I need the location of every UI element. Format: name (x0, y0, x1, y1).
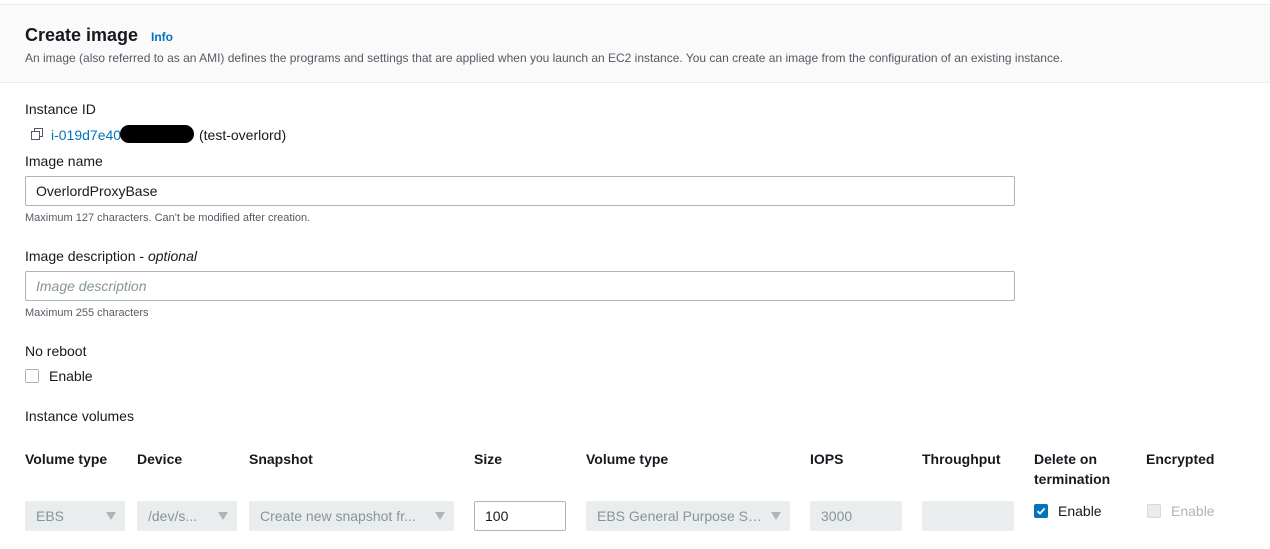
checkmark-icon (1036, 507, 1046, 515)
col-ebs-volume-type: Volume type (586, 451, 669, 467)
image-description-hint: Maximum 255 characters (25, 307, 149, 319)
col-volume-type: Volume type (25, 451, 108, 467)
chevron-down-icon (435, 512, 445, 520)
chevron-down-icon (218, 512, 228, 520)
instance-volumes-label: Instance volumes (25, 408, 134, 424)
page-title: Create image (25, 25, 139, 45)
image-name-input[interactable] (25, 176, 1015, 206)
col-size: Size (474, 451, 503, 467)
size-input[interactable] (474, 501, 566, 531)
image-description-input[interactable] (25, 271, 1015, 301)
col-device: Device (137, 451, 183, 467)
chevron-down-icon (106, 512, 116, 520)
device-select[interactable]: /dev/s... (137, 501, 237, 531)
col-encrypted: Encrypted (1146, 451, 1215, 467)
instance-id-label: Instance ID (25, 101, 96, 117)
col-iops: IOPS (810, 451, 844, 467)
delete-on-termination-label: Enable (1058, 503, 1102, 519)
chevron-down-icon (771, 512, 781, 520)
device-value: /dev/s... (148, 508, 198, 524)
col-delete-on-termination: Delete on termination (1034, 451, 1111, 487)
ebs-volume-type-value: EBS General Purpose SS... (597, 508, 763, 524)
col-throughput: Throughput (922, 451, 1001, 467)
col-snapshot: Snapshot (249, 451, 313, 467)
throughput-input[interactable] (922, 501, 1014, 531)
image-description-label-text: Image description - (25, 248, 148, 264)
instance-name: (test-overlord) (199, 127, 287, 143)
redaction-mark (120, 125, 194, 143)
snapshot-value: Create new snapshot fr... (260, 508, 416, 524)
info-link[interactable]: Info (151, 30, 173, 44)
image-name-label: Image name (25, 153, 103, 169)
ebs-volume-type-select[interactable]: EBS General Purpose SS... (586, 501, 790, 531)
image-description-label: Image description - optional (25, 248, 197, 264)
snapshot-select[interactable]: Create new snapshot fr... (249, 501, 454, 531)
no-reboot-label: No reboot (25, 343, 87, 359)
optional-tag: optional (147, 248, 197, 264)
copy-icon[interactable] (31, 128, 43, 140)
no-reboot-enable-label: Enable (49, 368, 93, 384)
instance-id-link[interactable]: i-019d7e40 (51, 127, 121, 143)
encrypted-label: Enable (1171, 503, 1215, 519)
page-header: Create image Info An image (also referre… (0, 4, 1270, 83)
volume-type-select[interactable]: EBS (25, 501, 125, 531)
page-description: An image (also referred to as an AMI) de… (25, 51, 1063, 65)
iops-input[interactable]: 3000 (810, 501, 902, 531)
encrypted-checkbox[interactable] (1147, 504, 1161, 518)
image-name-hint: Maximum 127 characters. Can't be modifie… (25, 212, 311, 224)
delete-on-termination-checkbox[interactable] (1034, 504, 1048, 518)
volume-type-value: EBS (36, 508, 65, 524)
no-reboot-checkbox[interactable] (25, 369, 39, 383)
